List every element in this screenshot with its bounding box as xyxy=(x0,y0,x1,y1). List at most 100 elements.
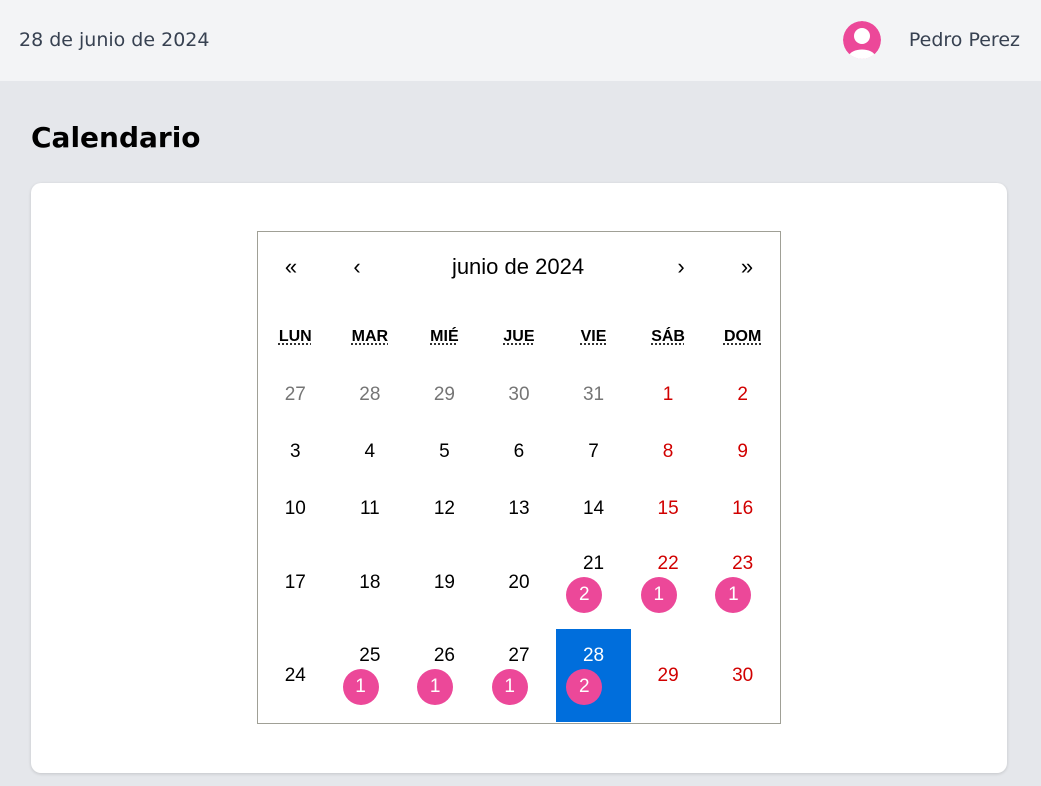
day-cell[interactable]: 14 xyxy=(556,480,631,537)
day-cell[interactable]: 29 xyxy=(407,366,482,423)
day-cell[interactable]: 25 1 xyxy=(333,629,408,722)
day-number: 18 xyxy=(359,572,381,593)
day-cell[interactable]: 28 xyxy=(333,366,408,423)
day-number: 4 xyxy=(364,441,376,462)
week-row: 10 11 12 13 14 15 16 xyxy=(258,480,780,537)
weekday-header: LUN MAR MIÉ JUE VIE SÁB DOM xyxy=(258,328,780,356)
day-cell[interactable]: 30 xyxy=(482,366,557,423)
day-cell[interactable]: 3 xyxy=(258,423,333,480)
day-number: 23 xyxy=(732,553,754,574)
day-cell[interactable]: 21 2 xyxy=(556,537,631,629)
day-number: 19 xyxy=(433,572,455,593)
day-cell[interactable]: 23 1 xyxy=(705,537,780,629)
event-count-badge[interactable]: 2 xyxy=(566,577,603,613)
day-cell[interactable]: 6 xyxy=(482,423,557,480)
calendar: « ‹ junio de 2024 › » LUN MAR MIÉ JUE VIE SÁB… xyxy=(257,231,781,724)
event-count-badge[interactable]: 2 xyxy=(566,669,603,705)
day-number: 29 xyxy=(433,384,455,405)
day-cell[interactable]: 19 xyxy=(407,537,482,629)
day-cell[interactable]: 18 xyxy=(333,537,408,629)
day-number: 11 xyxy=(359,498,380,519)
day-cell[interactable]: 27 1 xyxy=(482,629,557,722)
day-number: 14 xyxy=(582,498,605,519)
weekday-lunes: LUN xyxy=(258,328,333,356)
day-cell[interactable]: 16 xyxy=(705,480,780,537)
weekday-abbr: MAR xyxy=(351,328,389,345)
event-count-badge[interactable]: 1 xyxy=(417,669,454,705)
day-number: 17 xyxy=(284,572,306,593)
day-cell[interactable]: 12 xyxy=(407,480,482,537)
day-cell[interactable]: 27 xyxy=(258,366,333,423)
day-cell[interactable]: 22 1 xyxy=(631,537,706,629)
day-number: 29 xyxy=(657,665,679,686)
day-number: 25 xyxy=(359,645,381,666)
calendar-card: « ‹ junio de 2024 › » LUN MAR MIÉ JUE VIE SÁB… xyxy=(31,183,1007,773)
user-menu[interactable]: Pedro Perez xyxy=(842,20,1020,60)
day-cell[interactable]: 15 xyxy=(631,480,706,537)
day-number: 20 xyxy=(508,572,530,593)
week-row: 3 4 5 6 7 8 9 xyxy=(258,423,780,480)
day-number: 26 xyxy=(433,645,455,666)
event-count-badge[interactable]: 1 xyxy=(491,669,528,705)
prev-year-button[interactable]: « xyxy=(271,252,311,282)
day-number: 30 xyxy=(508,384,530,405)
day-number: 22 xyxy=(657,553,679,574)
month-year-label[interactable]: junio de 2024 xyxy=(408,252,628,282)
day-number: 3 xyxy=(289,441,301,462)
day-cell[interactable]: 4 xyxy=(333,423,408,480)
day-number: 28 xyxy=(359,384,381,405)
day-number: 30 xyxy=(732,665,754,686)
day-cell[interactable]: 8 xyxy=(631,423,706,480)
weekday-abbr: DOM xyxy=(723,328,762,345)
day-cell[interactable]: 1 xyxy=(631,366,706,423)
day-cell[interactable]: 11 xyxy=(333,480,408,537)
event-count-badge[interactable]: 1 xyxy=(715,577,752,613)
page-title: Calendario xyxy=(31,121,201,154)
day-cell[interactable]: 10 xyxy=(258,480,333,537)
next-month-button[interactable]: › xyxy=(661,252,701,282)
user-name[interactable]: Pedro Perez xyxy=(909,29,1020,51)
day-number: 13 xyxy=(508,498,530,519)
weekday-abbr: MIÉ xyxy=(430,328,459,345)
day-number: 21 xyxy=(582,553,605,574)
weekday-sábado: SÁB xyxy=(631,328,706,356)
day-number: 16 xyxy=(732,498,754,519)
event-count-badge[interactable]: 1 xyxy=(640,577,677,613)
day-number: 8 xyxy=(662,441,674,462)
calendar-navigation: « ‹ junio de 2024 › » xyxy=(258,232,780,300)
day-cell[interactable]: 28 2 xyxy=(556,629,631,722)
day-cell[interactable]: 13 xyxy=(482,480,557,537)
day-number: 7 xyxy=(588,441,599,462)
day-number: 5 xyxy=(439,441,450,462)
day-cell[interactable]: 30 xyxy=(705,629,780,722)
day-cell[interactable]: 24 xyxy=(258,629,333,722)
day-number: 24 xyxy=(284,665,306,686)
day-number: 12 xyxy=(433,498,455,519)
prev-month-button[interactable]: ‹ xyxy=(337,252,377,282)
week-row: 24 25 1 26 1 27 1 28 2 29 30 xyxy=(258,629,780,722)
day-number: 9 xyxy=(737,441,748,462)
day-cell[interactable]: 7 xyxy=(556,423,631,480)
day-number: 27 xyxy=(284,384,306,405)
event-count-badge[interactable]: 1 xyxy=(342,669,379,705)
day-number: 28 xyxy=(582,645,605,666)
day-cell[interactable]: 26 1 xyxy=(407,629,482,722)
day-number: 15 xyxy=(657,498,679,519)
current-date: 28 de junio de 2024 xyxy=(19,29,210,51)
next-year-button[interactable]: » xyxy=(727,252,767,282)
day-cell[interactable]: 17 xyxy=(258,537,333,629)
top-bar: 28 de junio de 2024 Pedro Perez xyxy=(0,0,1041,81)
day-cell[interactable]: 31 xyxy=(556,366,631,423)
user-avatar-icon[interactable] xyxy=(842,21,881,59)
day-cell[interactable]: 5 xyxy=(407,423,482,480)
day-cell[interactable]: 9 xyxy=(705,423,780,480)
week-row: 27 28 29 30 31 1 2 xyxy=(258,366,780,423)
day-cell[interactable]: 29 xyxy=(631,629,706,722)
weekday-abbr: SÁB xyxy=(651,328,685,345)
weekday-abbr: LUN xyxy=(278,328,312,345)
day-number: 6 xyxy=(513,441,525,462)
day-cell[interactable]: 2 xyxy=(705,366,780,423)
day-cell[interactable]: 20 xyxy=(482,537,557,629)
day-grid: 27 28 29 30 31 1 2 3 4 5 6 7 8 9 10 11 12 13 14 15 16 17 18 19 2… xyxy=(258,366,780,722)
weekday-abbr: JUE xyxy=(503,328,535,345)
